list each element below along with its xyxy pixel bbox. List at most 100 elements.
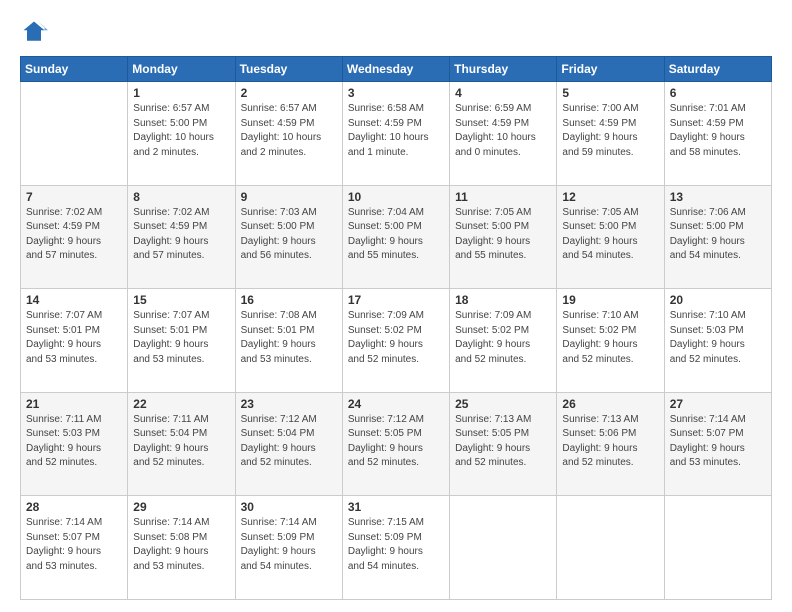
day-info: Sunrise: 7:04 AM Sunset: 5:00 PM Dayligh… <box>348 206 444 264</box>
day-number: 21 <box>26 397 122 411</box>
day-info: Sunrise: 7:10 AM Sunset: 5:02 PM Dayligh… <box>562 309 658 367</box>
day-number: 25 <box>455 397 551 411</box>
day-info: Sunrise: 7:00 AM Sunset: 4:59 PM Dayligh… <box>562 102 658 160</box>
day-number: 29 <box>133 500 229 514</box>
logo-icon <box>20 18 48 46</box>
day-cell-7: 7Sunrise: 7:02 AM Sunset: 4:59 PM Daylig… <box>21 185 128 289</box>
day-info: Sunrise: 7:13 AM Sunset: 5:05 PM Dayligh… <box>455 413 551 471</box>
day-number: 13 <box>670 190 766 204</box>
day-number: 8 <box>133 190 229 204</box>
day-info: Sunrise: 7:02 AM Sunset: 4:59 PM Dayligh… <box>133 206 229 264</box>
day-number: 12 <box>562 190 658 204</box>
day-cell-6: 6Sunrise: 7:01 AM Sunset: 4:59 PM Daylig… <box>664 82 771 186</box>
day-number: 6 <box>670 86 766 100</box>
day-info: Sunrise: 7:11 AM Sunset: 5:03 PM Dayligh… <box>26 413 122 471</box>
day-number: 17 <box>348 293 444 307</box>
day-info: Sunrise: 7:09 AM Sunset: 5:02 PM Dayligh… <box>348 309 444 367</box>
day-number: 19 <box>562 293 658 307</box>
weekday-header-saturday: Saturday <box>664 57 771 82</box>
week-row-4: 21 Sunrise: 7:11 AM Sunset: 5:03 PM Dayli… <box>21 392 772 496</box>
day-number: 9 <box>241 190 337 204</box>
day-number: 23 <box>241 397 337 411</box>
weekday-header-friday: Friday <box>557 57 664 82</box>
day-cell-4: 4Sunrise: 6:59 AM Sunset: 4:59 PM Daylig… <box>450 82 557 186</box>
day-cell-15: 15Sunrise: 7:07 AM Sunset: 5:01 PM Dayli… <box>128 289 235 393</box>
empty-cell <box>21 82 128 186</box>
day-info: Sunrise: 7:10 AM Sunset: 5:03 PM Dayligh… <box>670 309 766 367</box>
day-info: Sunrise: 7:11 AM Sunset: 5:04 PM Dayligh… <box>133 413 229 471</box>
day-info: Sunrise: 7:12 AM Sunset: 5:05 PM Dayligh… <box>348 413 444 471</box>
day-cell-23: 23 Sunrise: 7:12 AM Sunset: 5:04 PM Dayli… <box>235 392 342 496</box>
week-row-2: 7Sunrise: 7:02 AM Sunset: 4:59 PM Daylig… <box>21 185 772 289</box>
logo <box>20 18 52 46</box>
day-cell-10: 10 Sunrise: 7:04 AM Sunset: 5:00 PM Dayli… <box>342 185 449 289</box>
day-info: Sunrise: 6:57 AM Sunset: 5:00 PM Dayligh… <box>133 102 229 160</box>
weekday-header-wednesday: Wednesday <box>342 57 449 82</box>
day-number: 31 <box>348 500 444 514</box>
header <box>20 18 772 46</box>
day-number: 16 <box>241 293 337 307</box>
day-cell-2: 2 Sunrise: 6:57 AM Sunset: 4:59 PM Daylig… <box>235 82 342 186</box>
day-cell-24: 24 Sunrise: 7:12 AM Sunset: 5:05 PM Dayli… <box>342 392 449 496</box>
day-number: 1 <box>133 86 229 100</box>
day-cell-20: 20 Sunrise: 7:10 AM Sunset: 5:03 PM Dayli… <box>664 289 771 393</box>
day-info: Sunrise: 7:07 AM Sunset: 5:01 PM Dayligh… <box>133 309 229 367</box>
day-cell-26: 26 Sunrise: 7:13 AM Sunset: 5:06 PM Dayli… <box>557 392 664 496</box>
day-number: 10 <box>348 190 444 204</box>
day-info: Sunrise: 7:12 AM Sunset: 5:04 PM Dayligh… <box>241 413 337 471</box>
day-info: Sunrise: 7:06 AM Sunset: 5:00 PM Dayligh… <box>670 206 766 264</box>
day-cell-16: 16 Sunrise: 7:08 AM Sunset: 5:01 PM Dayli… <box>235 289 342 393</box>
day-number: 28 <box>26 500 122 514</box>
page: SundayMondayTuesdayWednesdayThursdayFrid… <box>0 0 792 612</box>
week-row-3: 14 Sunrise: 7:07 AM Sunset: 5:01 PM Dayli… <box>21 289 772 393</box>
week-row-1: 1 Sunrise: 6:57 AM Sunset: 5:00 PM Daylig… <box>21 82 772 186</box>
day-number: 30 <box>241 500 337 514</box>
day-cell-21: 21 Sunrise: 7:11 AM Sunset: 5:03 PM Dayli… <box>21 392 128 496</box>
day-number: 5 <box>562 86 658 100</box>
day-cell-11: 11 Sunrise: 7:05 AM Sunset: 5:00 PM Dayli… <box>450 185 557 289</box>
day-cell-18: 18Sunrise: 7:09 AM Sunset: 5:02 PM Dayli… <box>450 289 557 393</box>
day-cell-17: 17 Sunrise: 7:09 AM Sunset: 5:02 PM Dayli… <box>342 289 449 393</box>
day-cell-14: 14 Sunrise: 7:07 AM Sunset: 5:01 PM Dayli… <box>21 289 128 393</box>
day-info: Sunrise: 7:14 AM Sunset: 5:07 PM Dayligh… <box>26 516 122 574</box>
day-cell-8: 8 Sunrise: 7:02 AM Sunset: 4:59 PM Daylig… <box>128 185 235 289</box>
day-number: 3 <box>348 86 444 100</box>
day-info: Sunrise: 7:05 AM Sunset: 5:00 PM Dayligh… <box>562 206 658 264</box>
weekday-header-monday: Monday <box>128 57 235 82</box>
calendar-table: SundayMondayTuesdayWednesdayThursdayFrid… <box>20 56 772 600</box>
day-info: Sunrise: 7:07 AM Sunset: 5:01 PM Dayligh… <box>26 309 122 367</box>
empty-cell <box>664 496 771 600</box>
day-cell-29: 29 Sunrise: 7:14 AM Sunset: 5:08 PM Dayli… <box>128 496 235 600</box>
day-cell-9: 9 Sunrise: 7:03 AM Sunset: 5:00 PM Daylig… <box>235 185 342 289</box>
day-info: Sunrise: 7:08 AM Sunset: 5:01 PM Dayligh… <box>241 309 337 367</box>
day-cell-22: 22 Sunrise: 7:11 AM Sunset: 5:04 PM Dayli… <box>128 392 235 496</box>
day-info: Sunrise: 7:14 AM Sunset: 5:07 PM Dayligh… <box>670 413 766 471</box>
weekday-header-tuesday: Tuesday <box>235 57 342 82</box>
day-cell-5: 5 Sunrise: 7:00 AM Sunset: 4:59 PM Daylig… <box>557 82 664 186</box>
day-info: Sunrise: 7:05 AM Sunset: 5:00 PM Dayligh… <box>455 206 551 264</box>
day-cell-19: 19 Sunrise: 7:10 AM Sunset: 5:02 PM Dayli… <box>557 289 664 393</box>
day-info: Sunrise: 7:15 AM Sunset: 5:09 PM Dayligh… <box>348 516 444 574</box>
day-info: Sunrise: 7:14 AM Sunset: 5:08 PM Dayligh… <box>133 516 229 574</box>
day-info: Sunrise: 6:58 AM Sunset: 4:59 PM Dayligh… <box>348 102 444 160</box>
day-info: Sunrise: 6:57 AM Sunset: 4:59 PM Dayligh… <box>241 102 337 160</box>
day-number: 14 <box>26 293 122 307</box>
day-number: 11 <box>455 190 551 204</box>
day-number: 22 <box>133 397 229 411</box>
day-info: Sunrise: 7:02 AM Sunset: 4:59 PM Dayligh… <box>26 206 122 264</box>
day-cell-1: 1 Sunrise: 6:57 AM Sunset: 5:00 PM Daylig… <box>128 82 235 186</box>
day-info: Sunrise: 7:13 AM Sunset: 5:06 PM Dayligh… <box>562 413 658 471</box>
day-number: 26 <box>562 397 658 411</box>
day-cell-28: 28 Sunrise: 7:14 AM Sunset: 5:07 PM Dayli… <box>21 496 128 600</box>
day-number: 24 <box>348 397 444 411</box>
empty-cell <box>450 496 557 600</box>
day-number: 20 <box>670 293 766 307</box>
day-cell-13: 13 Sunrise: 7:06 AM Sunset: 5:00 PM Dayli… <box>664 185 771 289</box>
day-info: Sunrise: 7:03 AM Sunset: 5:00 PM Dayligh… <box>241 206 337 264</box>
day-cell-12: 12 Sunrise: 7:05 AM Sunset: 5:00 PM Dayli… <box>557 185 664 289</box>
day-cell-25: 25 Sunrise: 7:13 AM Sunset: 5:05 PM Dayli… <box>450 392 557 496</box>
day-number: 27 <box>670 397 766 411</box>
day-number: 2 <box>241 86 337 100</box>
day-number: 18 <box>455 293 551 307</box>
weekday-header-row: SundayMondayTuesdayWednesdayThursdayFrid… <box>21 57 772 82</box>
